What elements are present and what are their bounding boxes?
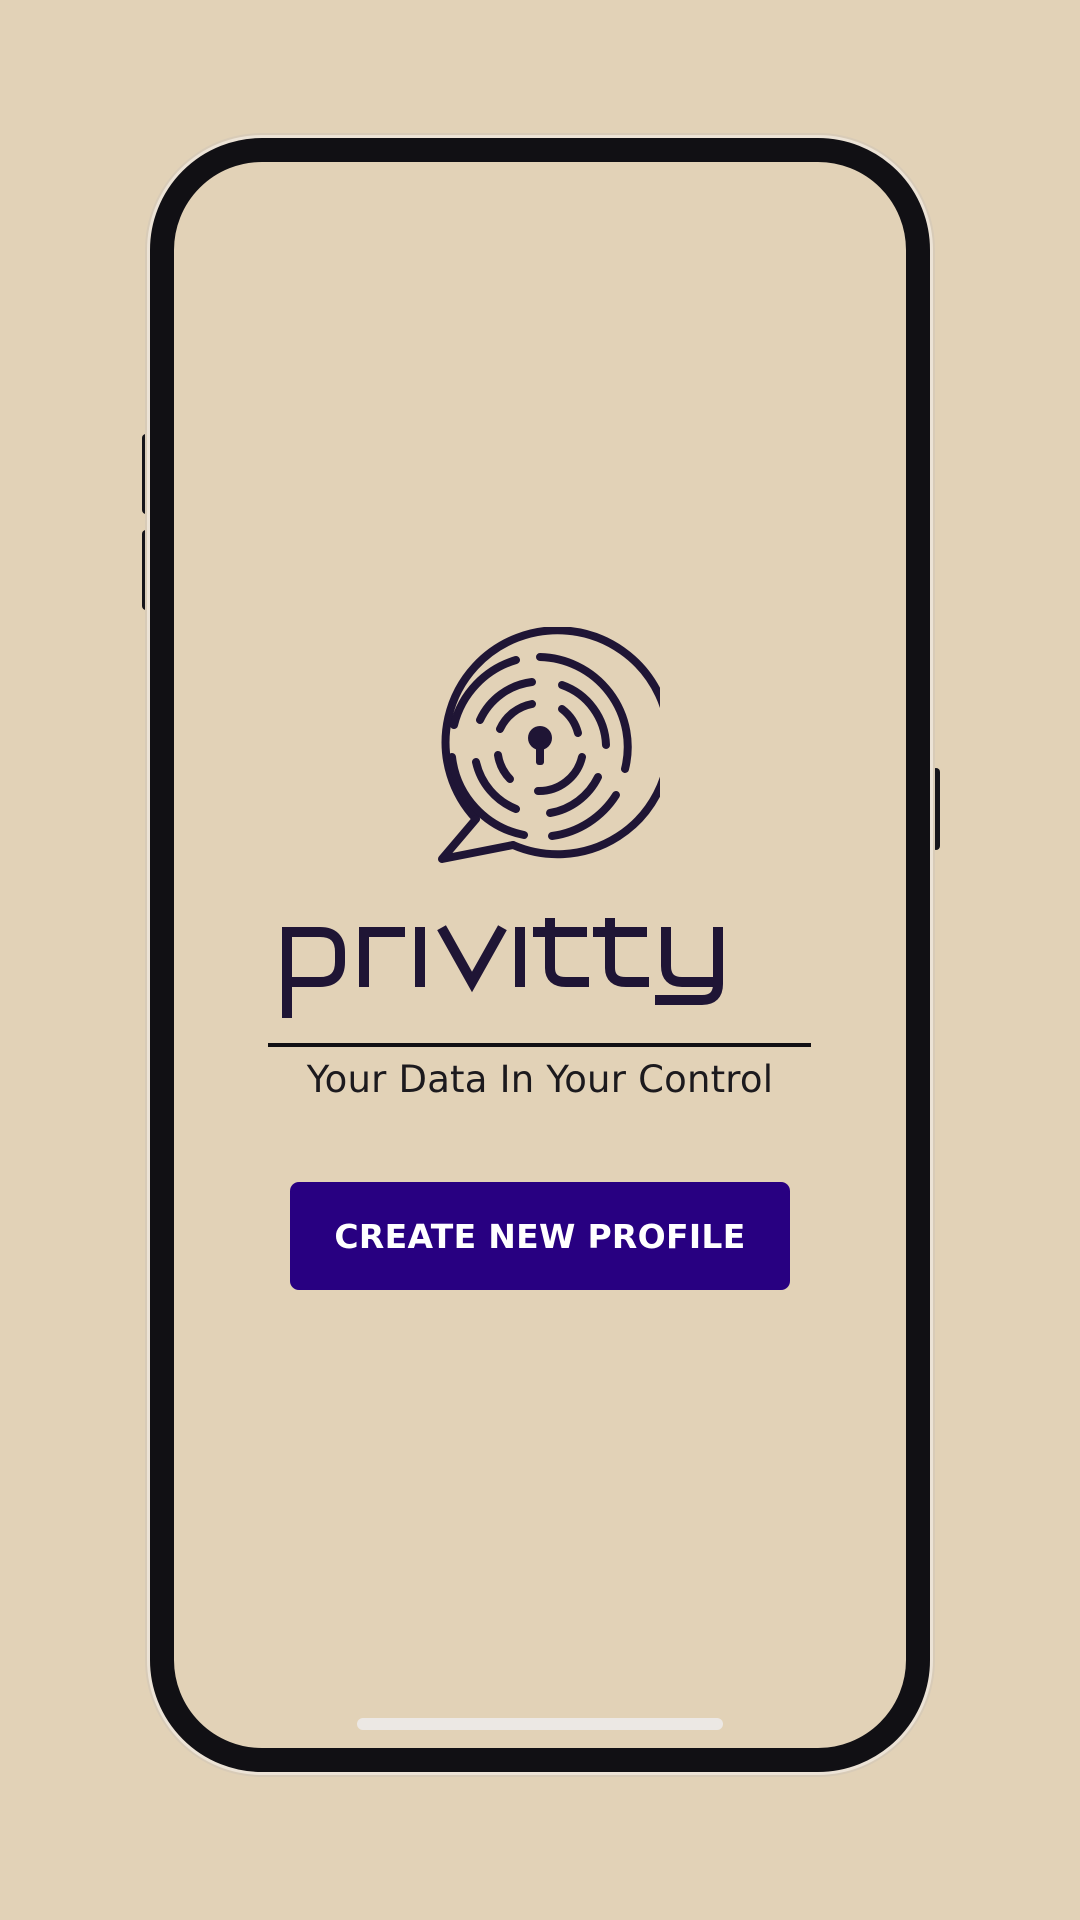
divider-line bbox=[268, 1043, 811, 1047]
volume-up-button bbox=[142, 434, 150, 514]
home-indicator[interactable] bbox=[357, 1718, 723, 1730]
tagline: Your Data In Your Control bbox=[306, 1058, 774, 1101]
app-screen: privitty Your Data In Your Control CREAT… bbox=[0, 0, 1080, 1920]
power-button bbox=[932, 768, 940, 850]
volume-down-button bbox=[142, 530, 150, 610]
create-new-profile-button[interactable]: CREATE NEW PROFILE bbox=[290, 1182, 790, 1290]
logo-icon bbox=[438, 627, 660, 863]
brand-wordmark: privitty bbox=[282, 918, 723, 1018]
